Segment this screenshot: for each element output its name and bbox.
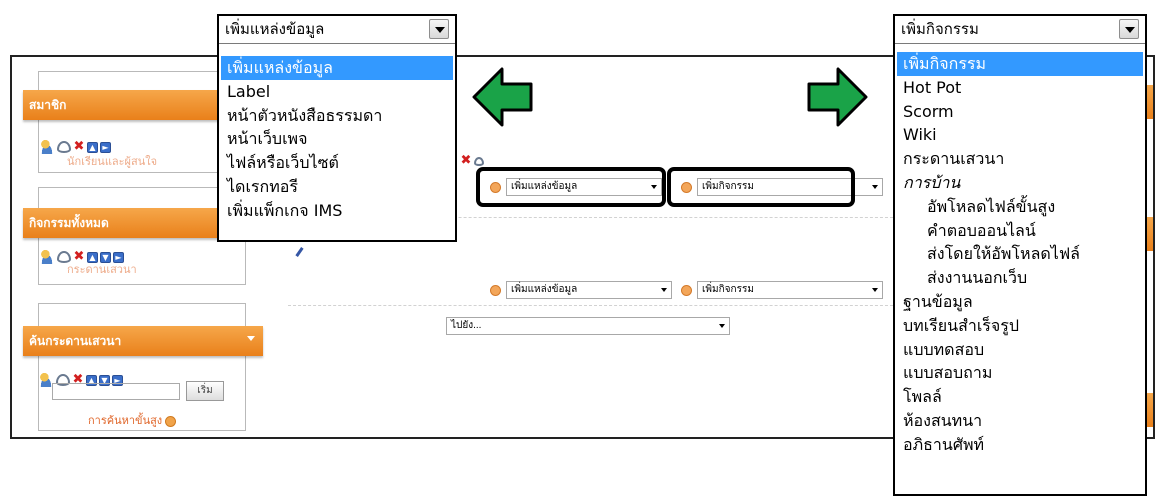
delete-icon[interactable]: ✖ <box>460 154 472 167</box>
dropdown-option[interactable]: อัพโหลดไฟล์ขั้นสูง <box>897 195 1143 219</box>
add-resource-combo-value: เพิ่มแหล่งข้อมูล <box>225 20 325 38</box>
dropdown-option[interactable]: ส่งโดยให้อัพโหลดไฟล์ <box>897 242 1143 266</box>
dropdown-arrow-icon[interactable] <box>1119 19 1139 39</box>
add-activity-options: เพิ่มกิจกรรม Hot Pot Scorm Wiki กระดานเสวนาก… <box>897 52 1143 457</box>
add-activity-combo-value: เพิ่มกิจกรรม <box>901 20 979 38</box>
dropdown-option[interactable]: บทเรียนสำเร็จรูป <box>897 314 1143 338</box>
add-activity-combo[interactable]: เพิ่มกิจกรรม <box>895 16 1145 44</box>
search-input[interactable] <box>52 383 180 400</box>
dropdown-option[interactable]: โพลล์ <box>897 385 1143 409</box>
dropdown-option[interactable]: Hot Pot <box>897 76 1143 100</box>
add-resource-select-bottom[interactable]: เพิ่มแหล่งข้อมูล <box>506 281 672 299</box>
screenshot-stage: สมาชิก ✖ ▲ ► นักเรียนและผู้สนใจ กิจกรรมท… <box>0 0 1159 498</box>
advanced-search-label: การค้นหาขั้นสูง <box>88 415 163 427</box>
add-resource-combo[interactable]: เพิ่มแหล่งข้อมูล <box>219 16 455 44</box>
jump-to-select-value: ไปยัง... <box>451 320 482 331</box>
add-activity-select-bottom-value: เพิ่มกิจกรรม <box>702 284 754 295</box>
dropdown-option[interactable]: ไดเรกทอรี <box>221 175 453 199</box>
dropdown-option[interactable]: ไฟล์หรือเว็บไซต์ <box>221 151 453 175</box>
edit-pencil-icon[interactable] <box>295 247 304 257</box>
search-forums-block-title: ค้นกระดานเสวนา <box>29 334 122 348</box>
activity-help-icon-2[interactable] <box>681 285 692 296</box>
resource-select-highlight <box>476 167 666 207</box>
user-icon <box>39 140 55 154</box>
members-block: สมาชิก ✖ ▲ ► นักเรียนและผู้สนใจ <box>23 71 263 173</box>
dropdown-option[interactable]: ส่งงานนอกเว็บ <box>897 266 1143 290</box>
search-go-button[interactable]: เริ่ม <box>186 381 224 401</box>
user-icon <box>39 250 55 264</box>
dropdown-option[interactable]: อภิธานศัพท์ <box>897 433 1143 457</box>
eye-icon[interactable] <box>474 156 484 166</box>
section-divider-2 <box>288 305 898 306</box>
move-right-icon[interactable]: ► <box>100 141 111 153</box>
dropdown-option[interactable]: Scorm <box>897 100 1143 124</box>
dropdown-option[interactable]: คำตอบออนไลน์ <box>897 219 1143 243</box>
dropdown-option[interactable]: ฐานข้อมูล <box>897 290 1143 314</box>
forum-link[interactable]: กระดานเสวนา <box>67 260 137 278</box>
dropdown-option[interactable]: Wiki <box>897 123 1143 147</box>
left-arrow-icon <box>472 67 533 127</box>
dropdown-option[interactable]: แบบสอบถาม <box>897 361 1143 385</box>
dropdown-arrow-icon[interactable] <box>429 19 449 39</box>
dropdown-option[interactable]: แบบทดสอบ <box>897 338 1143 362</box>
right-arrow-icon <box>807 67 868 127</box>
dropdown-option[interactable]: ห้องสนทนา <box>897 409 1143 433</box>
help-icon[interactable] <box>165 415 177 427</box>
dropdown-option[interactable]: เพิ่มกิจกรรม <box>897 52 1143 76</box>
members-block-title: สมาชิก <box>29 98 67 112</box>
dropdown-option[interactable]: Label <box>221 80 453 104</box>
section-edit-icons: ✖ <box>460 154 484 167</box>
add-resource-options: เพิ่มแหล่งข้อมูล Label หน้าตัวหนังสือธรรมด… <box>221 56 453 223</box>
dropdown-option[interactable]: หน้าตัวหนังสือธรรมดา <box>221 104 453 128</box>
add-activity-select-bottom[interactable]: เพิ่มกิจกรรม <box>697 281 883 299</box>
activities-block: กิจกรรมทั้งหมด ✖ ▲ ▼ ► กระดานเสวนา <box>23 187 263 285</box>
move-up-icon[interactable]: ▲ <box>87 141 98 153</box>
dropdown-option[interactable]: เพิ่มแหล่งข้อมูล <box>221 56 453 80</box>
add-activity-dropdown: เพิ่มกิจกรรม เพิ่มกิจกรรม Hot Pot Scorm Wik… <box>893 14 1147 496</box>
add-resource-select-bottom-value: เพิ่มแหล่งข้อมูล <box>511 284 578 295</box>
members-link[interactable]: นักเรียนและผู้สนใจ <box>67 152 157 170</box>
dropdown-option[interactable]: เพิ่มแพ็กเกจ IMS <box>221 199 453 223</box>
advanced-search-link[interactable]: การค้นหาขั้นสูง <box>88 411 177 429</box>
jump-to-select[interactable]: ไปยัง... <box>446 317 730 335</box>
dropdown-option[interactable]: หน้าเว็บเพจ <box>221 127 453 151</box>
search-forums-block-header: ค้นกระดานเสวนา <box>23 326 263 356</box>
collapse-icon[interactable] <box>247 336 255 341</box>
activities-block-title: กิจกรรมทั้งหมด <box>29 216 109 230</box>
dropdown-option[interactable]: กระดานเสวนา <box>897 147 1143 171</box>
activity-select-highlight <box>667 167 855 207</box>
resource-help-icon-2[interactable] <box>490 285 501 296</box>
option-group-label: การบ้าน <box>903 172 961 192</box>
add-resource-dropdown: เพิ่มแหล่งข้อมูล เพิ่มแหล่งข้อมูล Label หน… <box>217 14 457 242</box>
